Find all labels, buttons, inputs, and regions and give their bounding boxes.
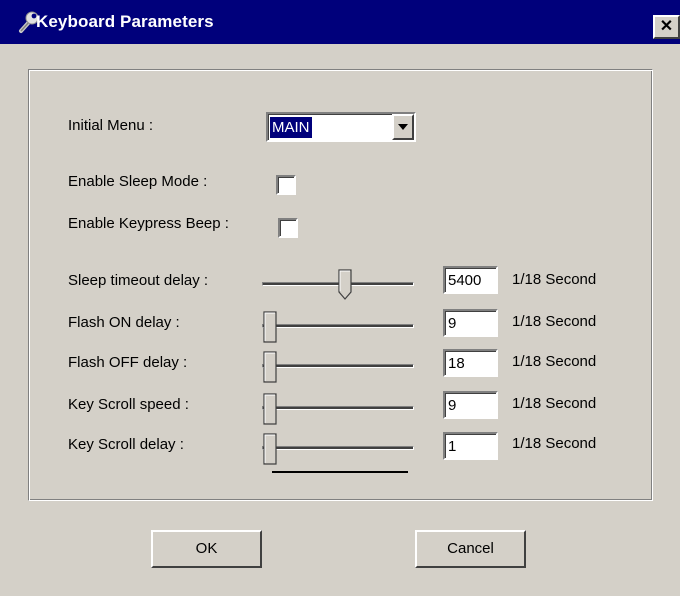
initial-menu-label: Initial Menu : — [68, 117, 154, 134]
sleep-timeout-thumb[interactable] — [338, 269, 352, 301]
flash-on-input[interactable]: 9 — [443, 309, 498, 337]
key-scroll-delay-label: Key Scroll delay : — [68, 436, 184, 453]
flash-off-thumb[interactable] — [263, 351, 277, 383]
flash-on-track[interactable] — [262, 324, 414, 328]
cancel-button[interactable]: Cancel — [415, 530, 526, 568]
flash-on-thumb[interactable] — [263, 311, 277, 343]
key-scroll-speed-track[interactable] — [262, 406, 414, 410]
flash-off-label: Flash OFF delay : — [68, 354, 188, 371]
key-scroll-delay-track[interactable] — [262, 446, 414, 450]
key-scroll-speed-unit: 1/18 Second — [512, 395, 597, 412]
key-scroll-delay-thumb[interactable] — [263, 433, 277, 465]
flash-off-unit: 1/18 Second — [512, 353, 597, 370]
flash-off-track[interactable] — [262, 364, 414, 368]
key-scroll-speed-label: Key Scroll speed : — [68, 396, 189, 413]
dropdown-button[interactable] — [392, 114, 414, 140]
title-bar: Keyboard Parameters ✕ — [0, 0, 680, 44]
ok-button[interactable]: OK — [151, 530, 262, 568]
key-scroll-delay-input[interactable]: 1 — [443, 432, 498, 460]
close-button[interactable]: ✕ — [653, 15, 680, 39]
initial-menu-dropdown[interactable]: MAIN — [266, 112, 416, 142]
flash-on-unit: 1/18 Second — [512, 313, 597, 330]
key-scroll-speed-thumb[interactable] — [263, 393, 277, 425]
sleep-mode-label: Enable Sleep Mode : — [68, 173, 208, 190]
keypress-beep-label: Enable Keypress Beep : — [68, 215, 229, 232]
initial-menu-value: MAIN — [270, 117, 312, 138]
window-title: Keyboard Parameters — [36, 12, 214, 31]
sleep-mode-checkbox[interactable] — [276, 175, 296, 195]
keypress-beep-checkbox[interactable] — [278, 218, 298, 238]
key-scroll-delay-unit: 1/18 Second — [512, 435, 597, 452]
sleep-timeout-unit: 1/18 Second — [512, 271, 597, 288]
slider-tick-line — [272, 471, 408, 473]
sleep-timeout-label: Sleep timeout delay : — [68, 272, 209, 289]
key-scroll-speed-input[interactable]: 9 — [443, 391, 498, 419]
close-icon: ✕ — [659, 18, 674, 35]
flash-off-input[interactable]: 18 — [443, 349, 498, 377]
chevron-down-icon — [398, 124, 408, 130]
flash-on-label: Flash ON delay : — [68, 314, 180, 331]
sleep-timeout-input[interactable]: 5400 — [443, 266, 498, 294]
